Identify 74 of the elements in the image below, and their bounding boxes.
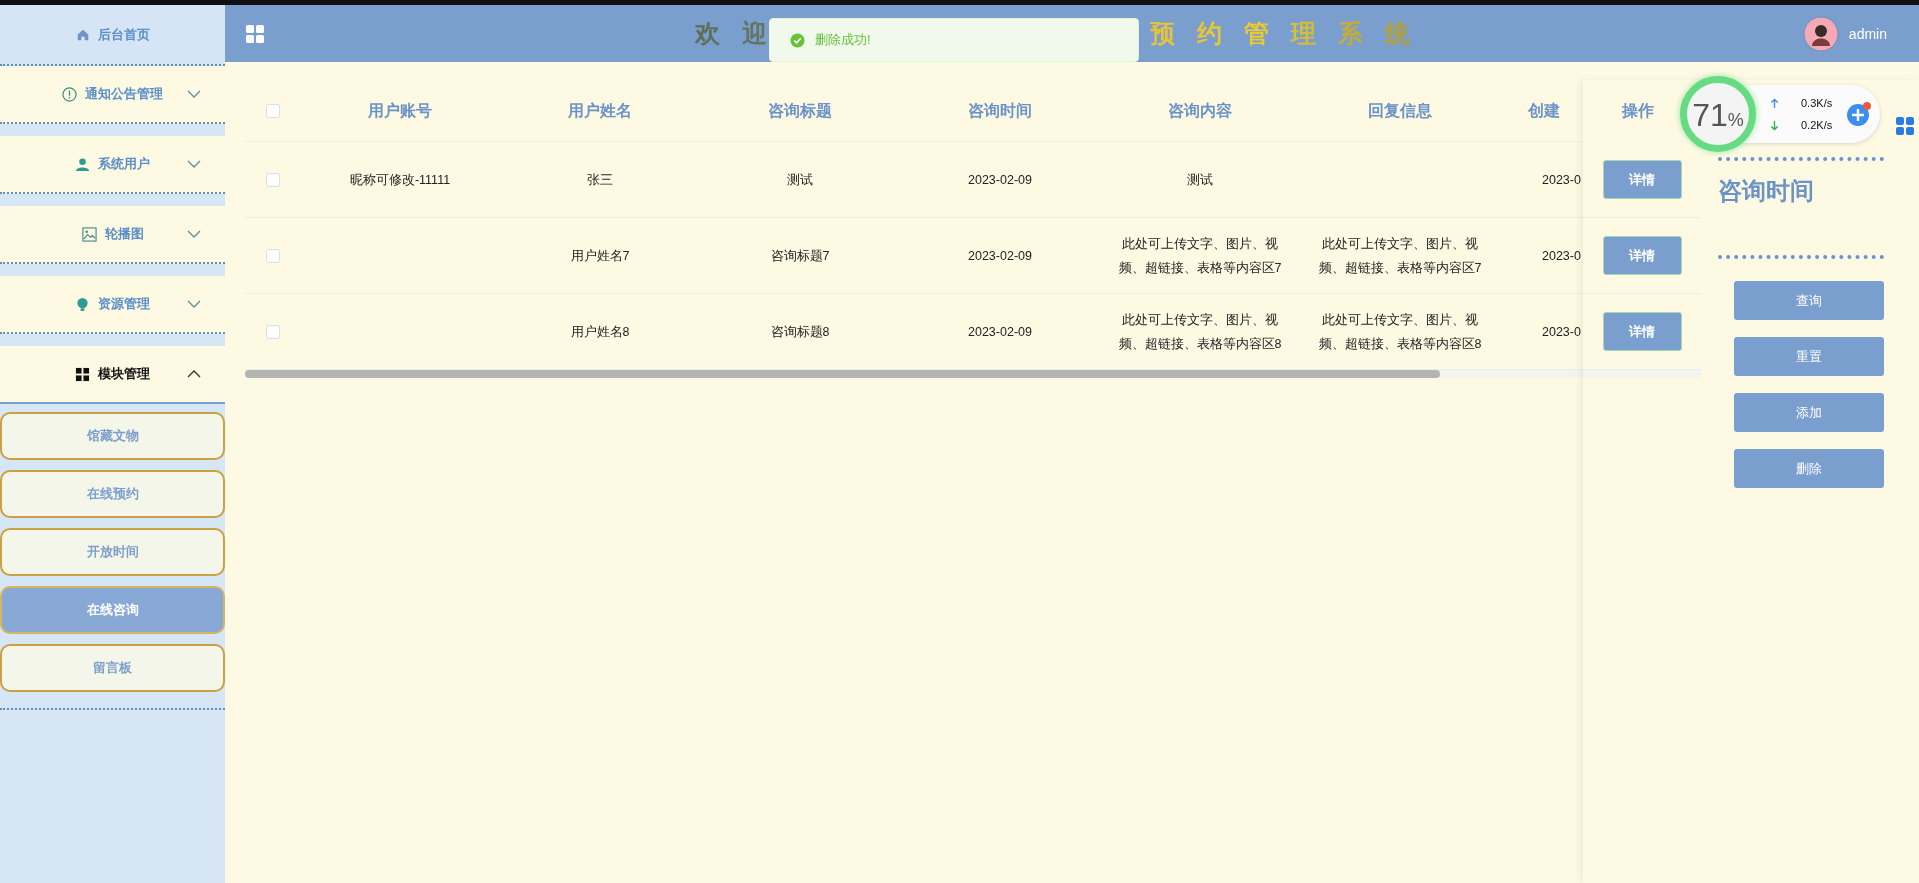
avatar[interactable]	[1802, 15, 1839, 52]
submenu-item[interactable]: 馆藏文物	[0, 412, 225, 460]
table-cell-text: 此处可上传文字、图片、视频、超链接、表格等内容区7	[1317, 235, 1483, 277]
submenu-item[interactable]: 在线咨询	[0, 586, 225, 634]
menu-item[interactable]: 系统用户	[0, 136, 225, 194]
chevron-icon	[187, 370, 201, 378]
column-header[interactable]: 咨询内容	[1168, 98, 1232, 123]
usage-gauge[interactable]: 71%	[1680, 76, 1756, 152]
up-arrow-icon	[1770, 97, 1779, 109]
grid-icon[interactable]	[245, 23, 265, 44]
chevron-icon	[187, 230, 201, 238]
submenu-item[interactable]: 开放时间	[0, 528, 225, 576]
percent-sign: %	[1727, 110, 1744, 131]
chevron-icon	[187, 300, 201, 308]
submenu-item[interactable]: 在线预约	[0, 470, 225, 518]
user-icon	[75, 156, 90, 172]
grid-icon[interactable]	[1895, 116, 1915, 136]
action-button[interactable]: 删除	[1734, 449, 1884, 488]
chevron-icon	[187, 90, 201, 98]
table-cell-text: 2023-0	[1541, 247, 1582, 265]
table-cell-text: 2023-02-09	[967, 171, 1033, 189]
table-cell-text: 用户姓名7	[569, 247, 631, 265]
checkbox[interactable]	[265, 103, 280, 118]
table-cell-text: 测试	[1186, 171, 1214, 189]
column-header[interactable]: 咨询标题	[768, 98, 832, 123]
bulb-icon	[75, 296, 90, 312]
plus-icon[interactable]	[1846, 101, 1873, 127]
column-header[interactable]: 创建	[1528, 98, 1560, 123]
home-icon	[75, 27, 90, 42]
checkbox[interactable]	[265, 324, 280, 339]
table-cell-text: 2023-0	[1541, 323, 1582, 341]
download-speed: 0.2K/s	[1801, 119, 1833, 131]
menu-item[interactable]: 模块管理	[0, 346, 225, 404]
grid-icon	[75, 366, 90, 382]
table-cell-text: 2023-02-09	[967, 247, 1033, 265]
column-header[interactable]: 用户账号	[368, 98, 432, 123]
column-header[interactable]: 回复信息	[1368, 98, 1432, 123]
table-cell-text: 昵称可修改-11111	[348, 171, 452, 189]
submenu-item[interactable]: 留言板	[0, 644, 225, 692]
chevron-icon	[187, 160, 201, 168]
down-arrow-icon	[1770, 119, 1779, 131]
checkbox[interactable]	[265, 172, 280, 187]
image-icon	[81, 226, 97, 242]
usage-percent: 71	[1692, 97, 1728, 134]
table-cell-text: 此处可上传文字、图片、视频、超链接、表格等内容区8	[1117, 311, 1283, 353]
detail-button[interactable]: 详情	[1602, 236, 1682, 275]
table-cell-text: 咨询标题7	[769, 247, 831, 265]
checkbox[interactable]	[265, 248, 280, 263]
info-icon	[62, 86, 77, 102]
action-button[interactable]: 重置	[1734, 337, 1884, 376]
table-cell-text: 测试	[786, 171, 814, 189]
upload-speed: 0.3K/s	[1801, 97, 1833, 109]
toast-message: 删除成功!	[815, 31, 871, 49]
table-cell-text: 张三	[586, 171, 614, 189]
menu-item[interactable]: 轮播图	[0, 206, 225, 264]
table-cell-text: 咨询标题8	[769, 323, 831, 341]
action-button[interactable]: 查询	[1734, 281, 1884, 320]
user-name[interactable]: admin	[1848, 25, 1887, 42]
table-cell-text: 2023-0	[1541, 171, 1582, 189]
menu-item[interactable]: 通知公告管理	[0, 66, 225, 124]
table-cell-text: 2023-02-09	[967, 323, 1033, 341]
menu-item[interactable]: 资源管理	[0, 276, 225, 334]
detail-button[interactable]: 详情	[1602, 160, 1682, 199]
table-cell-text: 此处可上传文字、图片、视频、超链接、表格等内容区7	[1117, 235, 1283, 277]
column-header[interactable]: 用户姓名	[568, 98, 632, 123]
column-header[interactable]: 操作	[1622, 100, 1654, 122]
action-button[interactable]: 添加	[1734, 393, 1884, 432]
field-label: 咨询时间	[1718, 176, 1814, 206]
column-header[interactable]: 咨询时间	[968, 98, 1032, 123]
scrollbar[interactable]	[245, 370, 1701, 378]
detail-button[interactable]: 详情	[1602, 312, 1682, 351]
table-cell-text: 此处可上传文字、图片、视频、超链接、表格等内容区8	[1317, 311, 1483, 353]
check-icon	[790, 32, 805, 48]
table-cell-text: 用户姓名8	[569, 323, 631, 341]
